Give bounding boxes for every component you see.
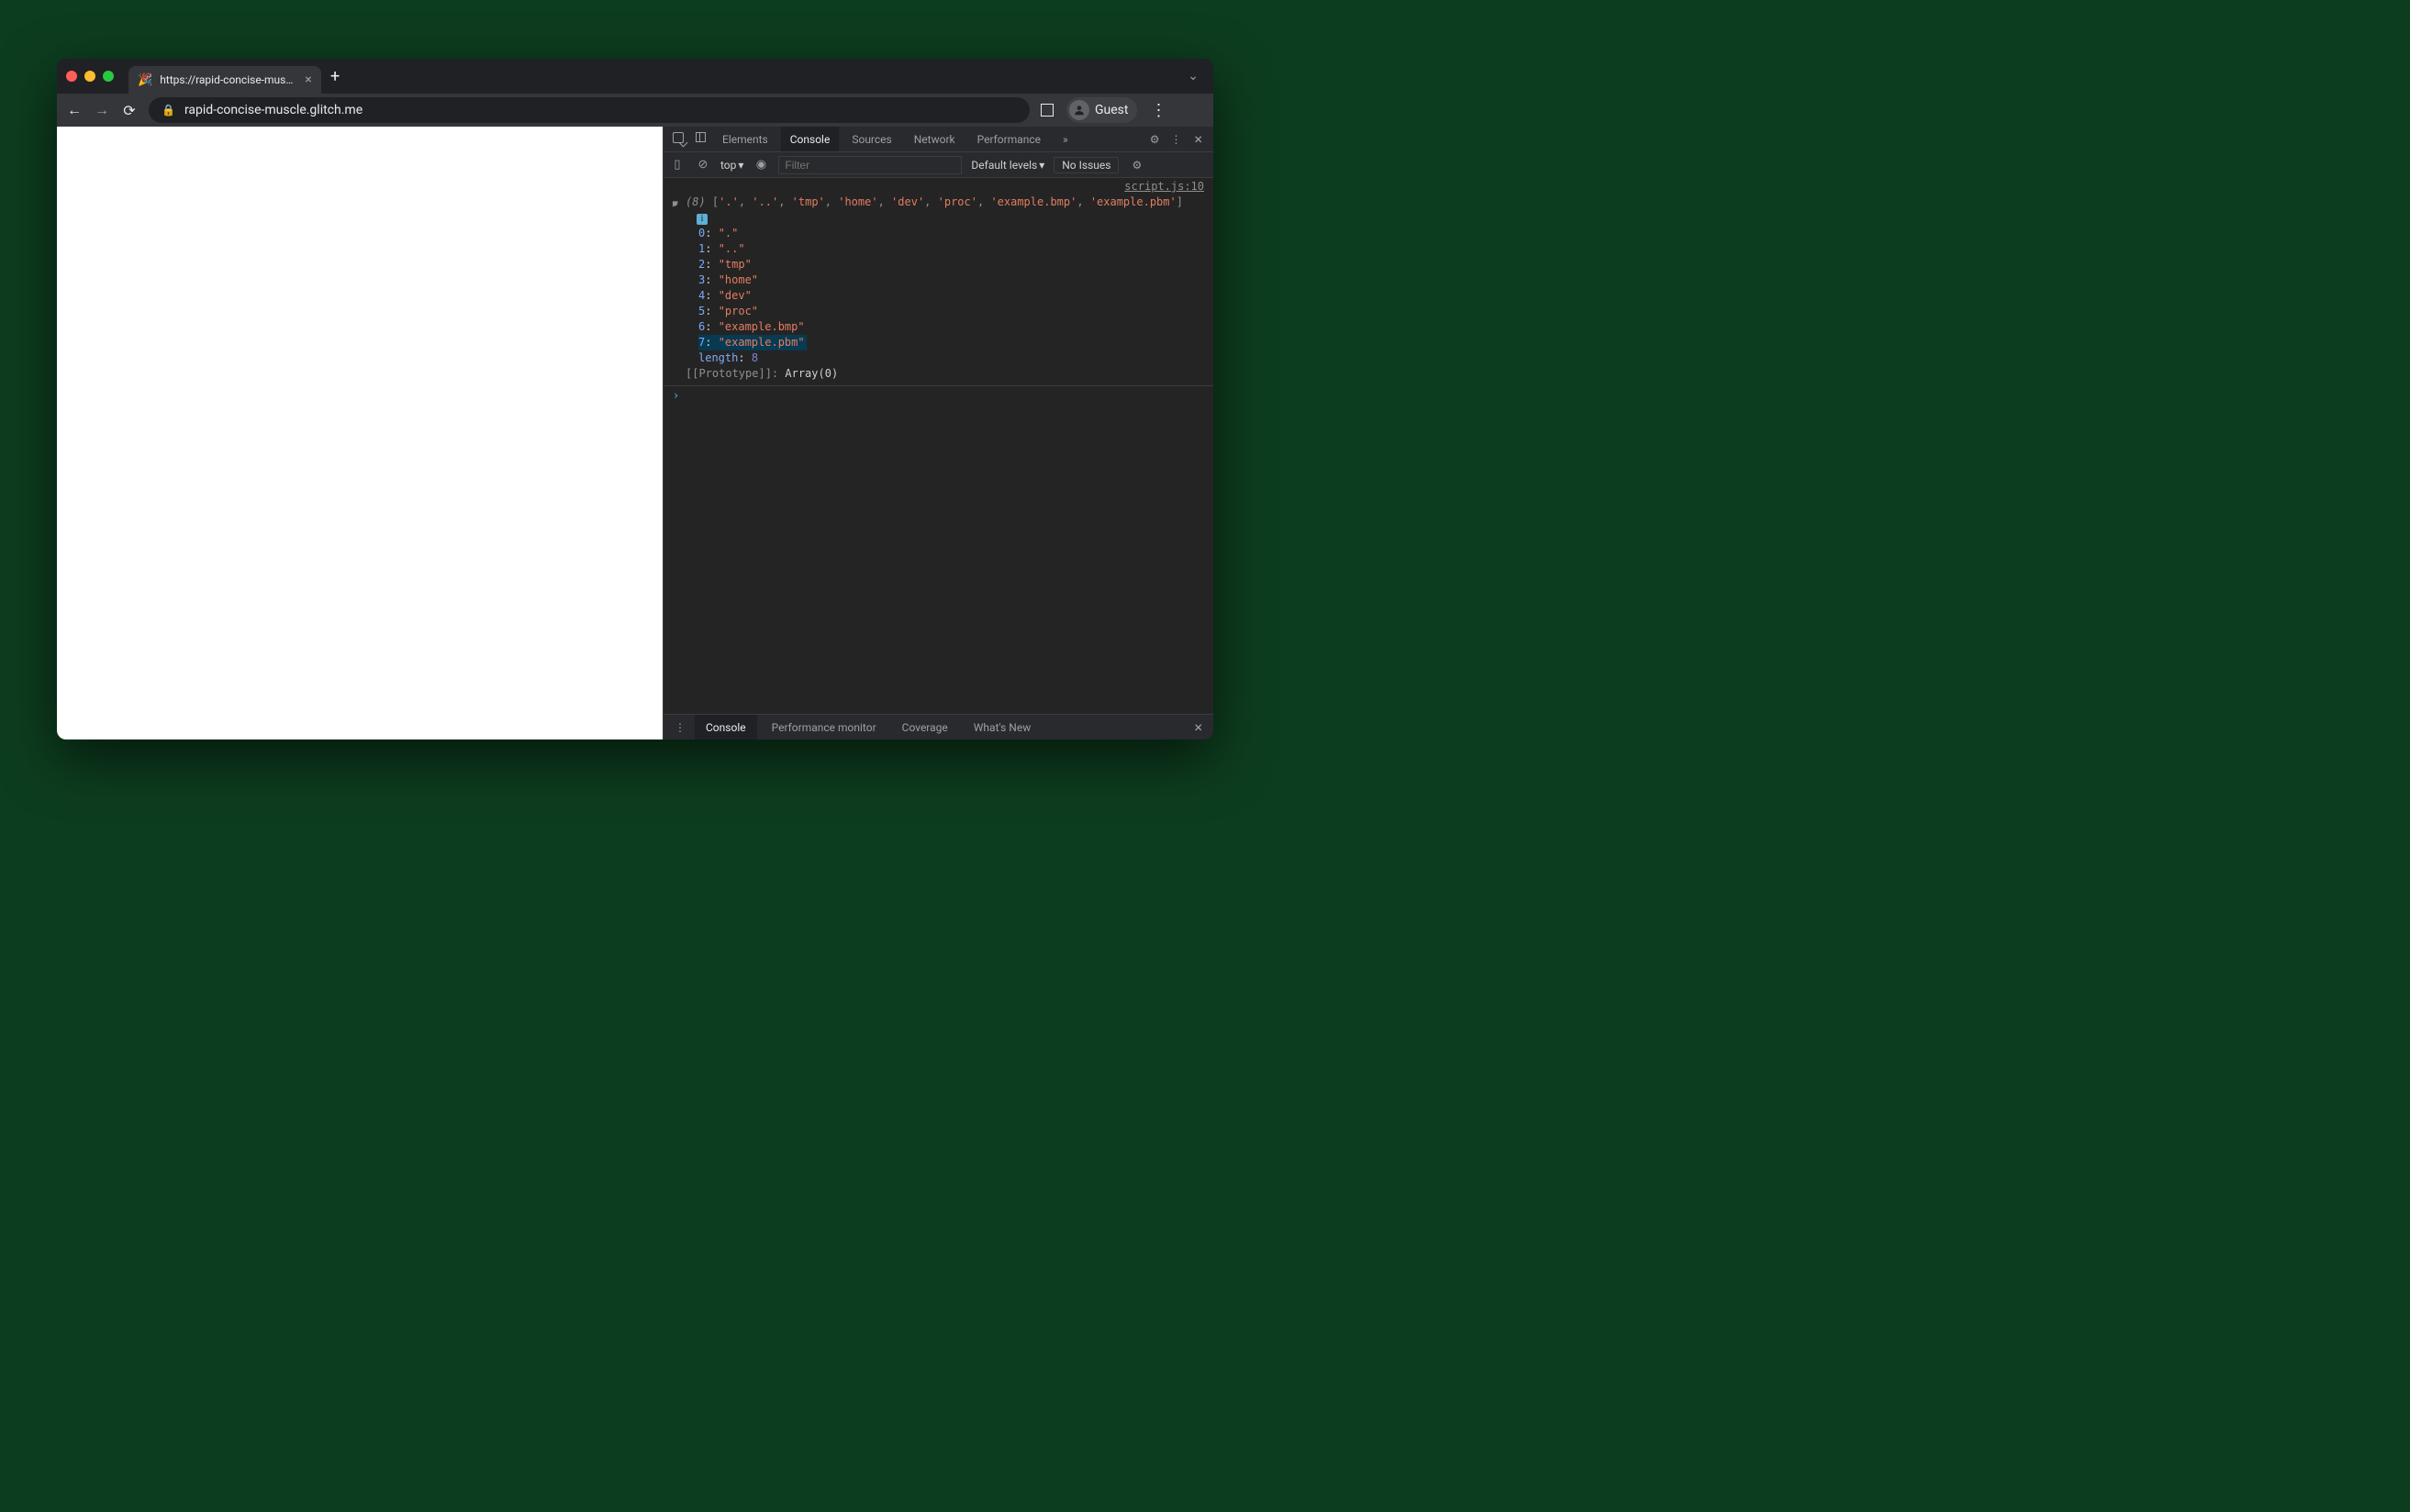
issues-button[interactable]: No Issues bbox=[1054, 157, 1119, 173]
maximize-window-button[interactable] bbox=[103, 71, 114, 82]
live-expression-button[interactable]: ◉ bbox=[753, 158, 769, 172]
execution-context-selector[interactable]: top ▾ bbox=[720, 159, 743, 172]
minimize-window-button[interactable] bbox=[84, 71, 95, 82]
window-controls bbox=[66, 71, 114, 82]
profile-button[interactable]: Guest bbox=[1066, 97, 1137, 123]
tab-sources[interactable]: Sources bbox=[842, 127, 900, 151]
array-entry-row[interactable]: 6: "example.bmp" bbox=[698, 319, 1204, 335]
address-bar[interactable]: 🔒 rapid-concise-muscle.glitch.me bbox=[149, 97, 1030, 123]
execution-context-label: top bbox=[720, 159, 736, 172]
clear-console-button[interactable]: ⊘ bbox=[695, 158, 711, 172]
inspect-element-button[interactable] bbox=[669, 132, 687, 147]
drawer-tab-console[interactable]: Console bbox=[695, 715, 757, 739]
browser-menu-button[interactable]: ⋮ bbox=[1150, 101, 1166, 120]
tab-network[interactable]: Network bbox=[905, 127, 965, 151]
prototype-row[interactable]: ▼[[Prototype]]: Array(0) bbox=[686, 366, 1204, 382]
close-window-button[interactable] bbox=[66, 71, 77, 82]
tab-title: https://rapid-concise-muscle.g bbox=[160, 73, 297, 86]
info-icon[interactable]: i bbox=[697, 214, 708, 225]
log-levels-selector[interactable]: Default levels ▾ bbox=[971, 159, 1044, 172]
chevron-down-icon: ▾ bbox=[1039, 159, 1044, 172]
tab-more[interactable]: » bbox=[1054, 127, 1077, 151]
array-preview[interactable]: (8) ['.', '..', 'tmp', 'home', 'dev', 'p… bbox=[686, 195, 1183, 208]
tab-elements[interactable]: Elements bbox=[713, 127, 777, 151]
back-button[interactable]: ← bbox=[66, 101, 83, 119]
tabs-dropdown-button[interactable]: ⌄ bbox=[1188, 69, 1199, 83]
devtools-close-button[interactable]: × bbox=[1188, 130, 1208, 148]
toolbar-right: Guest ⋮ bbox=[1041, 97, 1166, 123]
console-prompt[interactable]: › bbox=[664, 386, 1213, 406]
devtools-drawer: ⋮ Console Performance monitor Coverage W… bbox=[664, 714, 1213, 739]
drawer-menu-button[interactable]: ⋮ bbox=[669, 721, 691, 734]
close-tab-button[interactable]: × bbox=[305, 72, 311, 87]
array-length-badge: (8) bbox=[686, 195, 706, 208]
page-viewport[interactable] bbox=[57, 127, 663, 739]
console-settings-button[interactable]: ⚙ bbox=[1128, 159, 1145, 172]
reload-button[interactable]: ⟳ bbox=[121, 102, 138, 119]
drawer-tab-perf-monitor[interactable]: Performance monitor bbox=[761, 715, 887, 739]
array-entry-row[interactable]: 5: "proc" bbox=[698, 304, 1204, 319]
expand-toggle-icon[interactable]: ▼ bbox=[668, 201, 684, 206]
console-source-link: script.js:10 bbox=[664, 178, 1213, 195]
array-entry-row[interactable]: 2: "tmp" bbox=[698, 257, 1204, 272]
drawer-close-button[interactable]: × bbox=[1188, 718, 1208, 736]
tab-console[interactable]: Console bbox=[781, 127, 840, 151]
tab-performance[interactable]: Performance bbox=[968, 127, 1050, 151]
avatar-icon bbox=[1069, 100, 1089, 120]
log-levels-label: Default levels bbox=[971, 159, 1037, 172]
array-entry-row[interactable]: 1: ".." bbox=[698, 241, 1204, 257]
drawer-tab-whats-new[interactable]: What's New bbox=[963, 715, 1042, 739]
devtools-tabbar: Elements Console Sources Network Perform… bbox=[664, 127, 1213, 152]
side-panel-icon[interactable] bbox=[1041, 104, 1054, 117]
new-tab-button[interactable]: + bbox=[330, 67, 340, 86]
console-toolbar: ▯ ⊘ top ▾ ◉ Default levels ▾ No Issues ⚙ bbox=[664, 152, 1213, 178]
array-entry-row[interactable]: 7: "example.pbm" bbox=[698, 335, 807, 350]
devtools-settings-button[interactable]: ⚙ bbox=[1146, 133, 1164, 146]
tab-strip: 🎉 https://rapid-concise-muscle.g × + ⌄ bbox=[57, 59, 1213, 94]
tab-favicon-icon: 🎉 bbox=[138, 73, 152, 87]
devtools-menu-button[interactable]: ⋮ bbox=[1166, 133, 1185, 146]
lock-icon: 🔒 bbox=[162, 104, 175, 117]
browser-tab[interactable]: 🎉 https://rapid-concise-muscle.g × bbox=[128, 66, 321, 94]
devtools-panel: Elements Console Sources Network Perform… bbox=[663, 127, 1213, 739]
browser-window: 🎉 https://rapid-concise-muscle.g × + ⌄ ←… bbox=[57, 59, 1213, 739]
chevron-down-icon: ▾ bbox=[738, 159, 743, 172]
array-entry-row[interactable]: 4: "dev" bbox=[698, 288, 1204, 304]
console-log-entry: ▼ (8) ['.', '..', 'tmp', 'home', 'dev', … bbox=[664, 195, 1213, 386]
forward-button[interactable]: → bbox=[94, 101, 110, 119]
profile-label: Guest bbox=[1095, 103, 1128, 117]
array-entry-row[interactable]: 3: "home" bbox=[698, 272, 1204, 288]
drawer-tab-coverage[interactable]: Coverage bbox=[891, 715, 959, 739]
content-area: Elements Console Sources Network Perform… bbox=[57, 127, 1213, 739]
array-length-row: length: 8 bbox=[698, 350, 1204, 366]
browser-toolbar: ← → ⟳ 🔒 rapid-concise-muscle.glitch.me G… bbox=[57, 94, 1213, 127]
address-text: rapid-concise-muscle.glitch.me bbox=[184, 103, 363, 117]
console-sidebar-toggle[interactable]: ▯ bbox=[669, 158, 686, 172]
array-entry-row[interactable]: 0: "." bbox=[698, 226, 1204, 241]
array-entries: 0: "."1: ".."2: "tmp"3: "home"4: "dev"5:… bbox=[698, 226, 1204, 350]
device-toolbar-button[interactable] bbox=[691, 132, 709, 146]
console-filter-input[interactable] bbox=[778, 156, 962, 174]
source-link[interactable]: script.js:10 bbox=[1124, 180, 1204, 193]
console-output[interactable]: script.js:10 ▼ (8) ['.', '..', 'tmp', 'h… bbox=[664, 178, 1213, 714]
